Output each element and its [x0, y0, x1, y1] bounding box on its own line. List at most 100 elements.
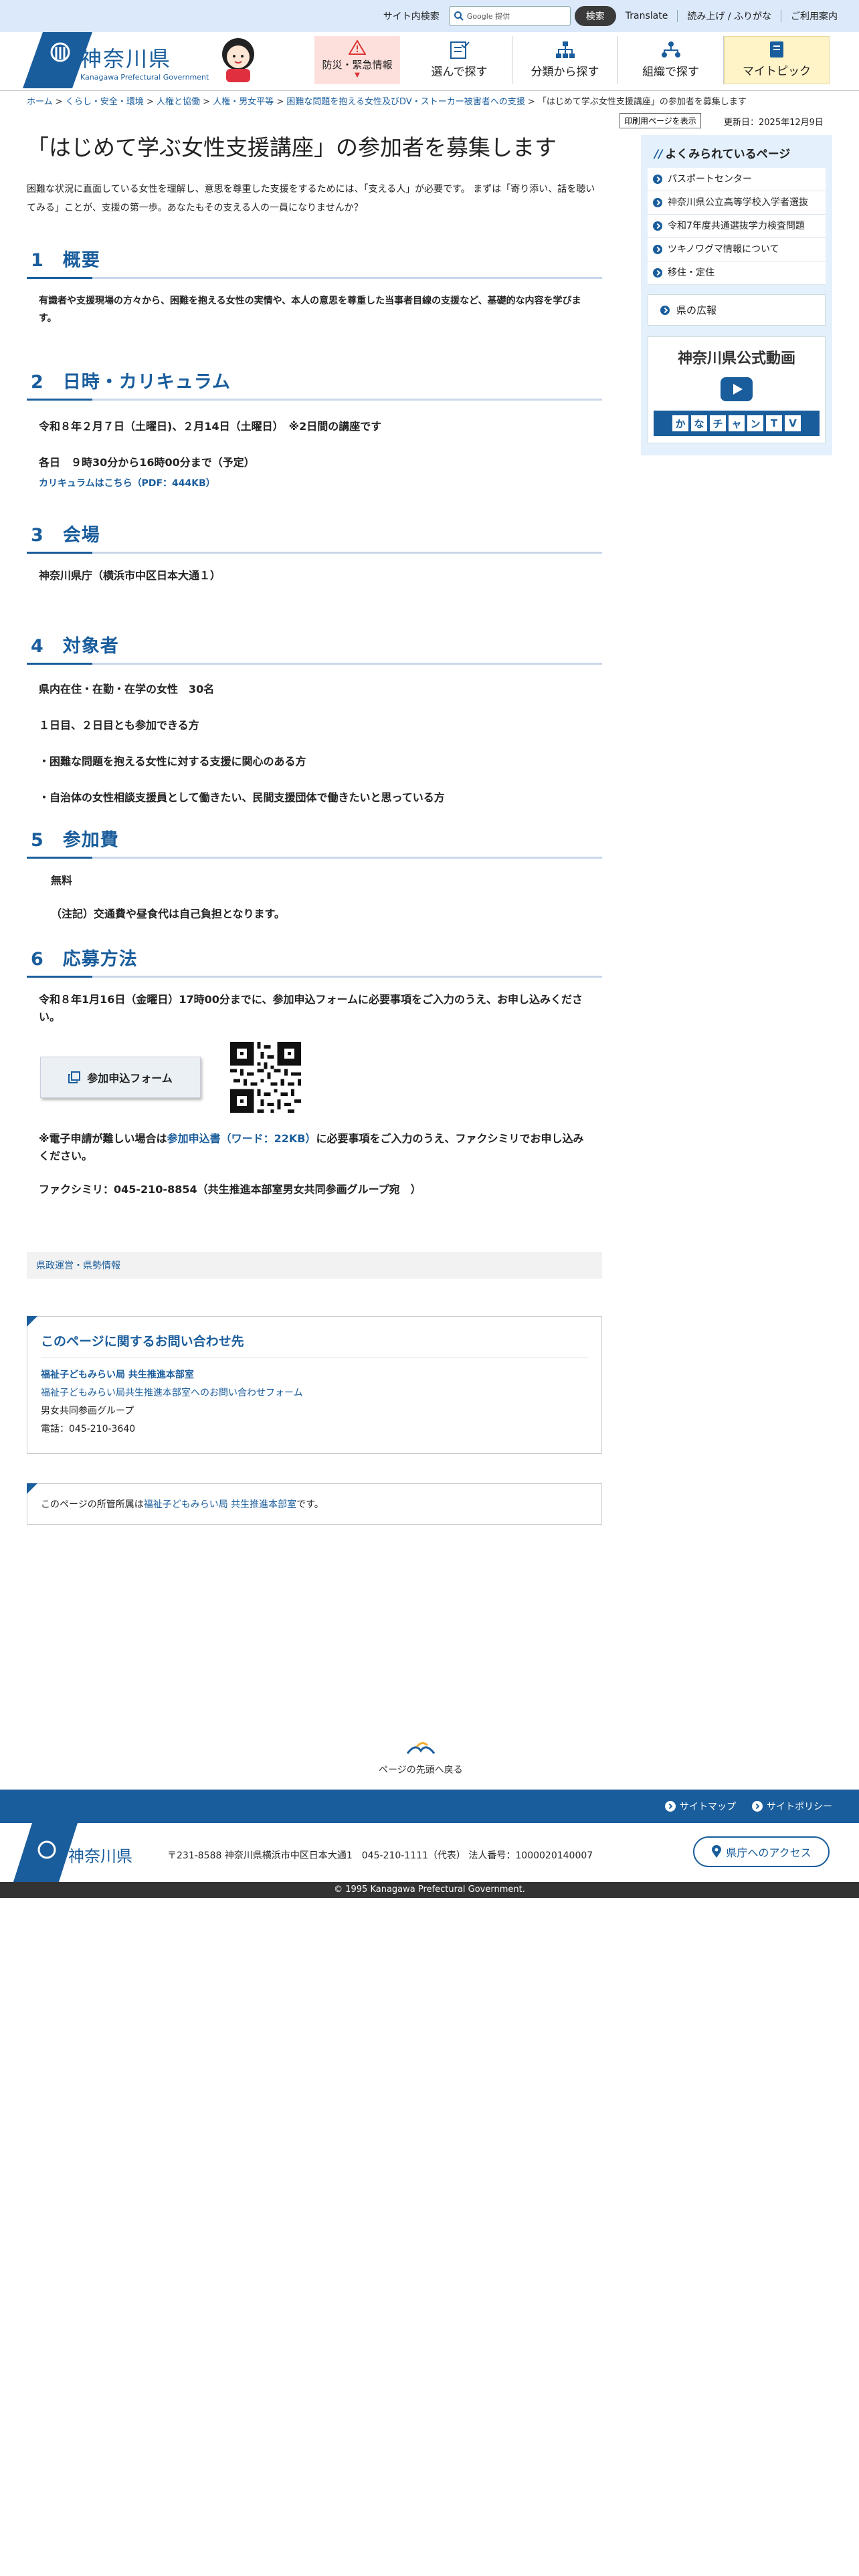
usage-guide-link[interactable]: ご利用案内 — [791, 9, 838, 23]
section-body: 有識者や支援現場の方々から、困難を抱える女性の実情や、本人の意思を尊重した当事者… — [27, 292, 602, 327]
site-header: 神奈川県 Kanagawa Prefectural Government 防災・… — [0, 32, 859, 91]
search-icon — [454, 11, 464, 21]
section-heading: 5 参加費 — [27, 825, 602, 859]
updated-date: 更新日：2025年12月9日 — [724, 118, 824, 128]
section-text: ・自治体の女性相談支援員として働きたい、民間支援団体で働きたいと思っている方 — [39, 791, 445, 804]
arrow-icon — [665, 1801, 676, 1812]
contact-dept-link[interactable]: 福祉子どもみらい局 共生推進本部室 — [41, 1370, 194, 1380]
nav-label: 組織で探す — [642, 66, 699, 79]
search-placeholder: Google 提供 — [466, 12, 510, 21]
seagull-icon — [406, 1742, 436, 1754]
section-body: 令和８年1月16日（金曜日）17時00分までに、参加申込フォームに必要事項をご入… — [27, 991, 602, 1026]
contact-title: このページに関するお問い合わせ先 — [41, 1331, 588, 1358]
breadcrumb-link[interactable]: ホーム — [27, 97, 53, 107]
footer-pref-name: 神奈川県 — [68, 1847, 132, 1866]
section-text: 無料 — [51, 874, 73, 887]
pref-name-en: Kanagawa Prefectural Government — [80, 72, 209, 82]
sidebar-item[interactable]: 神奈川県公立高等学校入学者選抜 — [648, 191, 826, 215]
page-top-link[interactable]: ページの先頭へ戻る — [379, 1737, 463, 1776]
sidebar-item[interactable]: 令和7年度共通選抜学力検査問題 — [648, 215, 826, 238]
nav-emergency[interactable]: 防災・緊急情報 ▼ — [314, 36, 400, 84]
section-text: 令和８年２月７日（土曜日)、２月14日（土曜日） ※2日間の講座です — [39, 420, 382, 433]
sidebar-item[interactable]: 移住・定住 — [648, 261, 826, 285]
section-heading: 2 日時・カリキュラム — [27, 367, 602, 401]
owner-box: このページの所管所属は福祉子どもみらい局 共生推進本部室です。 — [27, 1483, 602, 1525]
translate-link[interactable]: Translate — [626, 11, 668, 21]
nav-category[interactable]: 分類から探す — [512, 36, 618, 84]
section-text: 有識者や支援現場の方々から、困難を抱える女性の実情や、本人の意思を尊重した当事者… — [39, 296, 581, 324]
nav-organization[interactable]: 組織で探す — [618, 36, 724, 84]
breadcrumb-link[interactable]: 人権と協働 — [157, 97, 200, 107]
breadcrumb-separator: > — [276, 97, 284, 107]
footer-address: 〒231-8588 神奈川県横浜市中区日本大通1 045-210-1111（代表… — [167, 1850, 593, 1861]
apply-form-button[interactable]: 参加申込フォーム — [40, 1057, 201, 1098]
global-nav: 防災・緊急情報 ▼ 選んで探す 分類から探す 組織で探す マイトピック — [314, 36, 830, 84]
arrow-icon — [653, 198, 662, 207]
breadcrumb-separator: > — [527, 97, 535, 107]
section-heading: 3 会場 — [27, 520, 602, 554]
arrow-icon — [653, 175, 662, 184]
fax-note: ※電子申請が難しい場合は参加申込書（ワード：22KB）に必要事項をご入力のうえ、… — [39, 1132, 584, 1162]
video-title: 神奈川県公式動画 — [677, 350, 795, 367]
nav-label: 選んで探す — [431, 66, 488, 79]
breadcrumb-separator: > — [55, 97, 63, 107]
section-heading: 4 対象者 — [27, 631, 602, 665]
kanagawa-channel-tv: かなチャンTV — [654, 411, 820, 436]
contact-form-link[interactable]: 福祉子どもみらい局共生推進本部室へのお問い合わせフォーム — [41, 1388, 303, 1398]
nav-label: 防災・緊急情報 — [322, 59, 393, 71]
print-button[interactable]: 印刷用ページを表示 — [619, 113, 701, 128]
mascot-icon — [222, 38, 255, 82]
nav-choose[interactable]: 選んで探す — [407, 36, 512, 84]
corner-mark — [27, 1316, 37, 1327]
site-footer: 神奈川県 〒231-8588 神奈川県横浜市中区日本大通1 045-210-11… — [0, 1823, 859, 1882]
breadcrumb-link[interactable]: くらし・安全・環境 — [66, 97, 144, 107]
breadcrumb-link[interactable]: 困難な問題を抱える女性及びDV・ストーカー被害者への支援 — [286, 97, 524, 107]
owner-dept-link[interactable]: 福祉子どもみらい局 共生推進本部室 — [144, 1499, 296, 1510]
curriculum-pdf-link[interactable]: カリキュラムはこちら（PDF：444KB） — [39, 478, 215, 489]
koho-link[interactable]: 県の広報 — [648, 294, 826, 326]
site-logo[interactable]: 神奈川県 Kanagawa Prefectural Government — [23, 32, 260, 88]
section-text: 神奈川県庁（横浜市中区日本大通１） — [39, 569, 221, 582]
read-aloud-link[interactable]: 読み上げ / ふりがな — [687, 9, 771, 23]
warning-icon — [349, 40, 366, 55]
search-button[interactable]: 検索 — [574, 6, 616, 26]
breadcrumb-separator: > — [146, 97, 154, 107]
search-input[interactable]: Google 提供 — [448, 6, 571, 26]
site-policy-link[interactable]: サイトポリシー — [752, 1800, 832, 1813]
section-body: 県内在住・在勤・在学の女性 30名 １日目、２日目とも参加できる方 ・困難な問題… — [27, 681, 602, 807]
apply-row: 参加申込フォーム — [40, 1042, 602, 1113]
sidebar-item[interactable]: ツキノワグマ情報について — [648, 238, 826, 261]
category-link[interactable]: 県政運営・県勢情報 — [36, 1261, 120, 1271]
section-text: １日目、２日目とも参加できる方 — [39, 719, 199, 732]
nav-mytopic[interactable]: マイトピック — [724, 36, 830, 84]
breadcrumb-current: 「はじめて学ぶ女性支援講座」の参加者を募集します — [537, 97, 747, 107]
nav-label: マイトピック — [743, 65, 811, 78]
breadcrumb-link[interactable]: 人権・男女平等 — [213, 97, 274, 107]
official-video-banner[interactable]: 神奈川県公式動画 かなチャンTV — [648, 336, 826, 443]
qr-code-icon — [230, 1042, 301, 1113]
contact-lines: 福祉子どもみらい局 共生推進本部室 福祉子どもみらい局共生推進本部室へのお問い合… — [41, 1366, 588, 1438]
section-body: 無料 （注記）交通費や昼食代は自己負担となります。 — [27, 872, 602, 923]
hierarchy-icon — [555, 41, 575, 58]
breadcrumb: ホーム > くらし・安全・環境 > 人権と協働 > 人権・男女平等 > 困難な問… — [27, 94, 747, 107]
section-body: 神奈川県庁（横浜市中区日本大通１） — [27, 567, 602, 584]
contact-group: 男女共同参画グループ — [41, 1406, 134, 1416]
category-box: 県政運営・県勢情報 — [27, 1252, 602, 1279]
external-window-icon — [68, 1071, 81, 1083]
organization-icon — [661, 41, 680, 58]
sidebar: //よくみられているページ パスポートセンター 神奈川県公立高等学校入学者選抜 … — [641, 135, 832, 455]
application-word-link[interactable]: 参加申込書（ワード：22KB） — [167, 1132, 316, 1145]
sidebar-item[interactable]: パスポートセンター — [648, 168, 826, 191]
access-button[interactable]: 県庁へのアクセス — [693, 1836, 830, 1867]
nav-label: 分類から探す — [531, 66, 599, 79]
section-text: 各日 ９時30分から16時00分まで（予定） — [39, 456, 255, 469]
fax-number: ファクシミリ：045-210-8854（共生推進本部室男女共同参画グループ宛 ） — [39, 1183, 421, 1196]
sitemap-link[interactable]: サイトマップ — [665, 1800, 736, 1813]
search-area: Google 提供 検索 — [448, 6, 616, 26]
play-icon — [721, 377, 753, 401]
corner-mark — [27, 1483, 37, 1494]
section-text: 県内在住・在勤・在学の女性 30名 — [39, 683, 215, 695]
arrow-icon — [653, 268, 662, 278]
lead-text: 困難な状況に直面している女性を理解し、意思を尊重した支援をするためには、「支える… — [27, 184, 595, 213]
divider — [677, 10, 678, 22]
